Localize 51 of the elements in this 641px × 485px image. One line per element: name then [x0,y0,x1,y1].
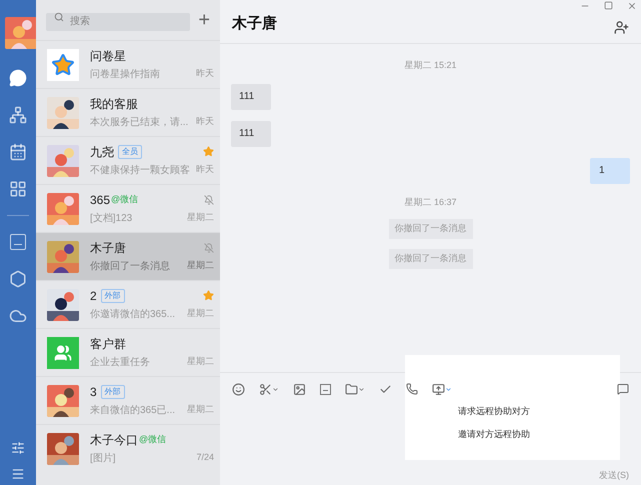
message-time: 昨天 [196,67,214,80]
add-button[interactable]: + [198,10,210,30]
contact-name: 九尧 [90,144,114,160]
tag-badge: 外部 [100,288,125,302]
contact-name: 木子今口 [90,432,138,448]
contact-name: 客户群 [90,336,126,352]
recall-notice: 你撤回了一条消息 [388,219,472,239]
message-preview: 不健康保持一颗女顾客 [90,164,191,178]
menu-item[interactable]: 请求远程协助对方 [458,405,620,418]
contact-name: 问卷星 [90,48,126,64]
chat-title: 木子唐 [232,14,278,34]
wechat-tag: @微信 [111,192,138,206]
conversation-item[interactable]: 木子唐 你撤回了一条消息 星期二 [36,232,220,280]
contact-name: 我的客服 [90,96,138,112]
message-time: 昨天 [196,163,214,176]
message-preview: 你邀请微信的365... [90,308,176,322]
contact-name: 365 [90,192,110,208]
contact-name: 2 [90,288,97,304]
conversation-item[interactable]: 3 外部 来自微信的365已... 星期二 [36,376,220,424]
message-preview: [文档]123 [90,212,134,226]
message-preview: 企业去重任务 [90,356,151,370]
message-preview: 来自微信的365已... [90,404,176,418]
conversation-item[interactable]: 客户群 企业去重任务 星期二 [36,328,220,376]
recall-notice: 你撤回了一条消息 [388,249,472,269]
message-time: 星期二 [187,307,214,320]
message-time: 星期二 [187,259,214,272]
menu-item[interactable]: 邀请对方远程协助 [458,428,620,441]
message-preview: [图片] [90,452,117,466]
message-time: 7/24 [196,451,214,464]
message-time: 星期二 [187,355,214,368]
timestamp: 星期二 16:37 [404,196,457,208]
timestamp: 星期二 15:21 [404,59,457,72]
message-preview: 本次服务已结束，请... [90,116,190,130]
message-time: 星期二 [187,403,214,416]
tag-badge: 外部 [100,384,125,398]
tag-badge: 全员 [118,144,142,158]
message-preview: 问卷星操作指南 [90,68,161,82]
message-time: 星期二 [187,211,214,224]
contact-name: 3 [90,384,97,400]
message-bubble: 111 [231,120,271,146]
search-field[interactable]: 搜索 [46,12,190,30]
wechat-tag: @微信 [139,432,166,446]
conversation-item[interactable]: 我的客服 本次服务已结束，请... 昨天 [36,88,220,136]
contact-name: 木子唐 [90,240,126,256]
conversation-item[interactable]: 九尧 全员 不健康保持一颗女顾客 昨天 [36,136,220,184]
message-bubble: 1 [590,158,630,184]
message-bubble: 111 [231,84,271,110]
message-time: 昨天 [196,115,214,128]
message-preview: 你撤回了一条消息 [90,260,171,274]
conversation-item[interactable]: 2 外部 你邀请微信的365... 星期二 [36,280,220,328]
conversation-item[interactable]: 问卷星 问卷星操作指南 昨天 [36,40,220,88]
